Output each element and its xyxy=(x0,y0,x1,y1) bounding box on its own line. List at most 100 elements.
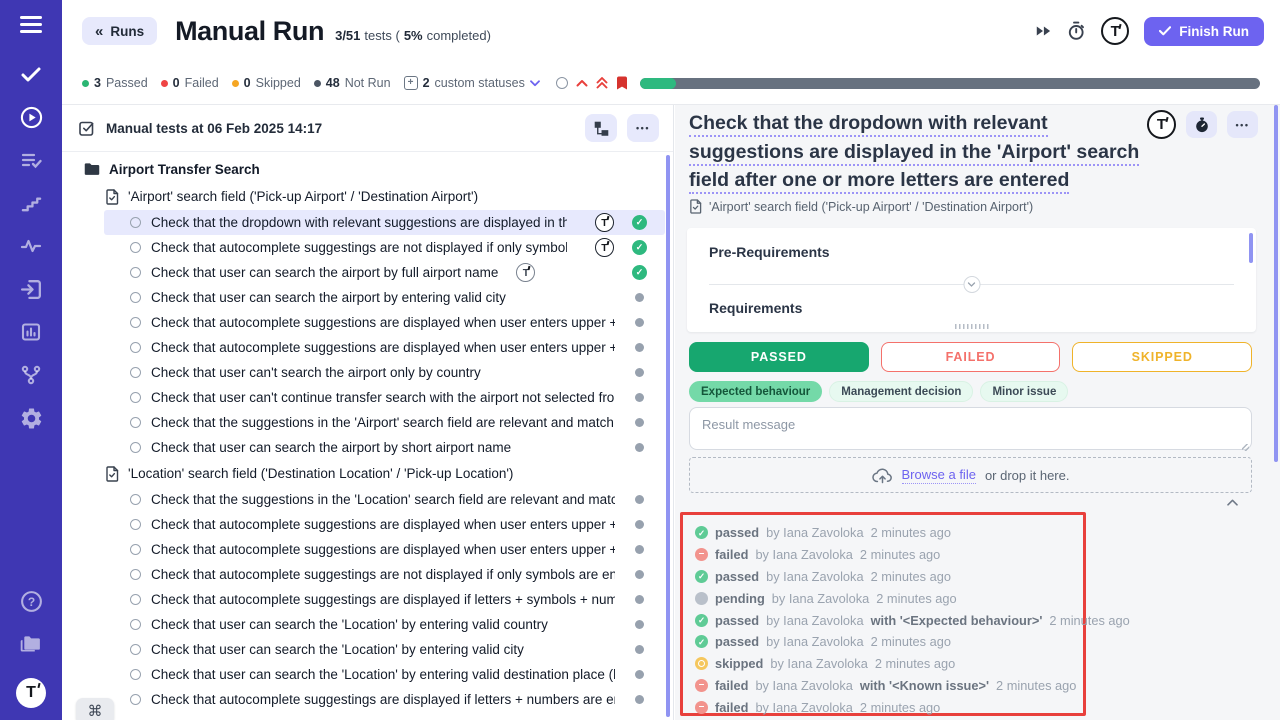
tree-row[interactable]: 'Location' search field ('Destination Lo… xyxy=(62,460,665,487)
stopwatch-icon[interactable] xyxy=(1067,21,1086,41)
card-resize-handle[interactable] xyxy=(955,324,989,329)
tree-row[interactable]: 'Airport' search field ('Pick-up Airport… xyxy=(62,183,665,210)
collapse-results-button[interactable] xyxy=(1227,499,1238,506)
tree-row[interactable]: Check that autocomplete suggestions are … xyxy=(62,335,665,360)
plans-list-check-icon[interactable] xyxy=(18,147,44,173)
test-radio-icon xyxy=(130,569,141,580)
tree-row[interactable]: Check that autocomplete suggestions are … xyxy=(62,512,665,537)
suite-breadcrumb[interactable]: 'Airport' search field ('Pick-up Airport… xyxy=(689,199,1033,214)
custom-statuses-toggle[interactable]: + 2custom statuses xyxy=(404,76,540,90)
custom-status-icon: + xyxy=(404,76,418,90)
tree-row[interactable]: Check that autocomplete suggestions are … xyxy=(62,537,665,562)
tree-row[interactable]: Check that autocomplete suggestings are … xyxy=(62,562,665,587)
tree-row[interactable]: Check that user can search the 'Location… xyxy=(62,662,665,687)
file-dropzone[interactable]: Browse a file or drop it here. xyxy=(689,457,1252,493)
status-notrun-icon xyxy=(635,495,644,504)
status-notrun-icon xyxy=(635,443,644,452)
test-title: Check that user can search the airport b… xyxy=(151,440,511,455)
timer-icon xyxy=(1195,117,1209,133)
command-palette-button[interactable]: ⌘ xyxy=(76,698,114,720)
back-to-runs-button[interactable]: « Runs xyxy=(82,17,157,45)
priority-highest-icon[interactable] xyxy=(596,77,608,89)
status-notrun-icon xyxy=(635,343,644,352)
tree-row[interactable]: Check that autocomplete suggestions are … xyxy=(62,310,665,335)
tree-row[interactable]: Check that user can't search the airport… xyxy=(62,360,665,385)
result-message-input[interactable] xyxy=(689,407,1252,450)
requirements-heading: Requirements xyxy=(709,300,802,316)
settings-gear-icon[interactable] xyxy=(18,405,44,431)
help-icon[interactable]: ? xyxy=(18,588,44,614)
runs-play-icon[interactable] xyxy=(18,104,44,130)
tree-row[interactable]: Check that user can search the airport b… xyxy=(62,260,665,285)
app-logo-icon[interactable]: T xyxy=(16,678,46,708)
status-notrun-icon xyxy=(635,293,644,302)
page-title: Manual Run xyxy=(175,16,324,47)
finish-run-button[interactable]: Finish Run xyxy=(1144,17,1264,46)
log-status-icon xyxy=(695,679,708,692)
result-tag[interactable]: Minor issue xyxy=(980,381,1068,402)
tree-row[interactable]: Check that the suggestions in the 'Airpo… xyxy=(62,410,665,435)
priority-none-icon[interactable] xyxy=(556,77,568,89)
result-status-button[interactable]: PASSED xyxy=(689,342,869,372)
log-status-icon xyxy=(695,570,708,583)
run-logo-icon[interactable]: T xyxy=(1101,17,1129,45)
detail-scrollbar[interactable] xyxy=(1274,105,1278,462)
tree-more-button[interactable]: ••• xyxy=(627,114,659,142)
upload-cloud-icon xyxy=(872,467,893,484)
tree-row[interactable]: Check that the suggestions in the 'Locat… xyxy=(62,487,665,512)
test-detail-title[interactable]: Check that the dropdown with relevant su… xyxy=(689,109,1157,195)
detail-more-button[interactable]: ••• xyxy=(1227,111,1258,138)
bookmark-flag-icon[interactable] xyxy=(616,76,628,90)
steps-icon[interactable] xyxy=(18,190,44,216)
test-detail-panel: Check that the dropdown with relevant su… xyxy=(675,105,1280,720)
result-status-buttons: PASSED FAILED SKIPPED xyxy=(689,342,1252,372)
status-dot-icon xyxy=(161,80,168,87)
tests-check-icon[interactable] xyxy=(18,61,44,87)
tree-row[interactable]: Airport Transfer Search xyxy=(62,155,665,183)
import-sign-in-icon[interactable] xyxy=(18,276,44,302)
result-tag[interactable]: Management decision xyxy=(829,381,973,402)
tree-row[interactable]: Check that user can't continue transfer … xyxy=(62,385,665,410)
library-icon[interactable] xyxy=(18,631,44,657)
timer-button[interactable] xyxy=(1186,111,1217,138)
result-tag[interactable]: Expected behaviour xyxy=(689,381,822,402)
tree-row[interactable]: Check that user can search the 'Location… xyxy=(62,612,665,637)
browse-file-link[interactable]: Browse a file xyxy=(902,467,976,484)
tree-row[interactable]: Check that autocomplete suggestings are … xyxy=(62,687,665,712)
test-title: Check that user can search the 'Location… xyxy=(151,667,615,682)
automated-badge-icon: T xyxy=(516,263,535,282)
tree-row[interactable]: Check that user can search the airport b… xyxy=(62,435,665,460)
fast-forward-icon[interactable] xyxy=(1034,23,1052,39)
tree-row[interactable]: Check that autocomplete suggestings are … xyxy=(62,235,665,260)
test-radio-icon xyxy=(130,594,141,605)
tree-row[interactable]: Check that the dropdown with relevant su… xyxy=(104,210,665,235)
test-radio-icon xyxy=(130,644,141,655)
card-scrollbar[interactable] xyxy=(1249,233,1253,263)
test-radio-icon xyxy=(130,694,141,705)
status-notrun-icon xyxy=(635,620,644,629)
chevron-up-icon xyxy=(1227,499,1238,506)
result-status-button[interactable]: SKIPPED xyxy=(1072,342,1252,372)
textarea-resize-handle[interactable] xyxy=(1242,444,1249,451)
tree-view-icon xyxy=(594,121,609,136)
branch-icon[interactable] xyxy=(18,362,44,388)
priority-high-icon[interactable] xyxy=(576,79,588,87)
collapse-section-button[interactable] xyxy=(963,276,980,293)
reports-chart-icon[interactable] xyxy=(18,319,44,345)
status-dot-icon xyxy=(314,80,321,87)
tree-row[interactable]: Check that autocomplete suggestings are … xyxy=(62,587,665,612)
result-status-button[interactable]: FAILED xyxy=(881,342,1061,372)
test-radio-icon xyxy=(130,619,141,630)
tree-row[interactable]: Check that user can search the 'Location… xyxy=(62,637,665,662)
menu-icon[interactable] xyxy=(20,16,42,33)
status-stat: 48Not Run xyxy=(314,76,391,90)
test-title: Check that the suggestions in the 'Locat… xyxy=(151,492,615,507)
tree-scrollbar[interactable] xyxy=(666,155,670,717)
test-radio-icon xyxy=(130,417,141,428)
tree-view-button[interactable] xyxy=(585,114,617,142)
activity-pulse-icon[interactable] xyxy=(18,233,44,259)
test-logo-icon[interactable]: T xyxy=(1147,110,1176,139)
tree-row[interactable]: Check that user can search the airport b… xyxy=(62,285,665,310)
test-tree: Airport Transfer Search 'Airport' search… xyxy=(62,153,665,720)
status-notrun-icon xyxy=(635,570,644,579)
